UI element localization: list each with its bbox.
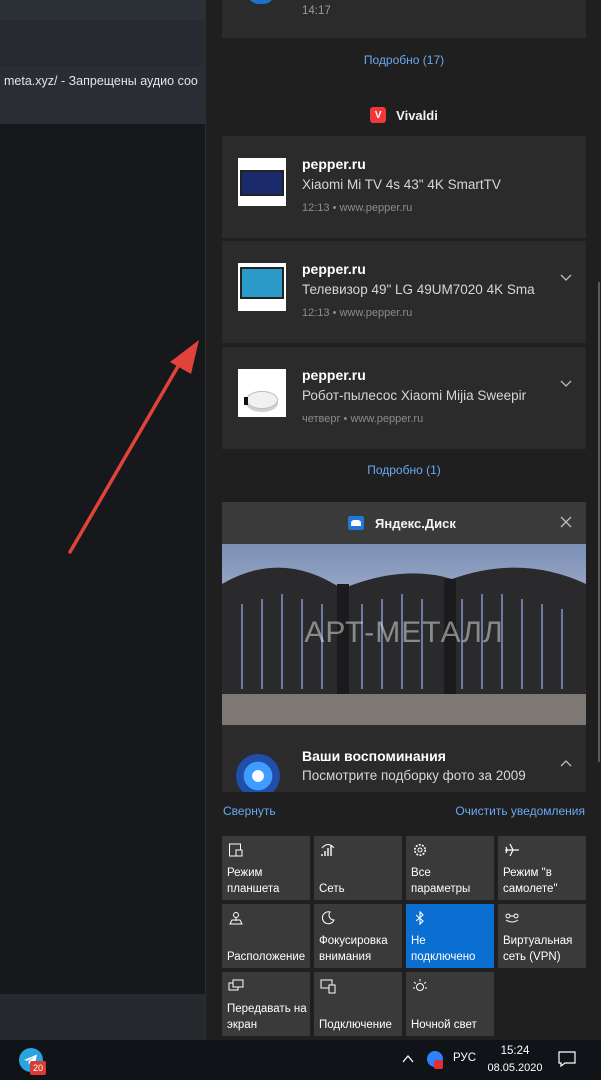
notification-meta: 12:13 • www.pepper.ru xyxy=(302,307,413,319)
tile-label: Фокусировка внимания xyxy=(319,935,388,963)
clear-notifications-link[interactable]: Очистить уведомления xyxy=(455,804,585,818)
night-light-tile[interactable]: Ночной свет xyxy=(406,972,494,1036)
bluetooth-icon xyxy=(415,910,424,926)
network-tile[interactable]: Сеть xyxy=(314,836,402,900)
yandex-disk-notification[interactable]: Яндекс.Диск АРТ-МЕТАЛЛ Ваши воспоминания… xyxy=(222,502,586,792)
tablet-mode-icon xyxy=(229,843,243,857)
telegram-badge: 20 xyxy=(30,1061,47,1075)
action-center-footer: Свернуть Очистить уведомления xyxy=(206,800,601,824)
location-icon xyxy=(229,912,243,925)
notification-title: pepper.ru xyxy=(302,367,366,383)
notification-card[interactable]: pepper.ru Телевизор 49" LG 49UM7020 4K S… xyxy=(222,241,586,343)
chevron-down-icon[interactable] xyxy=(560,377,572,389)
tablet-mode-tile[interactable]: Режим планшета xyxy=(222,836,310,900)
project-icon xyxy=(228,979,244,991)
clock-time[interactable]: 15:24 xyxy=(488,1045,542,1057)
vivaldi-icon: V xyxy=(370,107,387,123)
taskbar: 20 РУС 15:24 08.05.2020 xyxy=(0,1040,601,1080)
tile-label: Не подключено xyxy=(411,935,476,963)
tile-label: Все параметры xyxy=(411,867,471,895)
tile-label: Ночной свет xyxy=(411,1019,477,1031)
notification-card-top[interactable]: 14:17 xyxy=(222,0,586,38)
tile-label: Сеть xyxy=(319,883,345,895)
airplane-mode-tile[interactable]: Режим "в самолете" xyxy=(498,836,586,900)
tray-app-badge-icon xyxy=(434,1060,443,1069)
notification-meta: 12:13 • www.pepper.ru xyxy=(302,202,413,214)
more-notifications-link[interactable]: Подробно (17) xyxy=(206,53,601,67)
scrollbar[interactable] xyxy=(598,282,600,762)
yandex-disk-title: Яндекс.Диск xyxy=(375,516,456,531)
collapse-link[interactable]: Свернуть xyxy=(223,804,276,818)
action-center: 14:17 Подробно (17) V Vivaldi pepper.ru … xyxy=(205,0,601,1040)
airplane-icon xyxy=(505,843,519,857)
action-center-icon[interactable] xyxy=(558,1051,576,1067)
focus-assist-icon xyxy=(321,911,335,925)
notification-meta: четверг • www.pepper.ru xyxy=(302,413,424,425)
vpn-tile[interactable]: Виртуальная сеть (VPN) xyxy=(498,904,586,968)
notifications-list[interactable]: 14:17 Подробно (17) V Vivaldi pepper.ru … xyxy=(206,0,601,792)
notification-time: 14:17 xyxy=(302,5,331,17)
project-tile[interactable]: Передавать на экран xyxy=(222,972,310,1036)
language-indicator[interactable]: РУС xyxy=(453,1052,476,1064)
all-settings-tile[interactable]: Все параметры xyxy=(406,836,494,900)
memories-title: Ваши воспоминания xyxy=(302,748,446,764)
tile-label: Режим планшета xyxy=(227,867,280,895)
group-title: Vivaldi xyxy=(396,107,438,123)
photo-watermark: АРТ-МЕТАЛЛ xyxy=(304,616,504,649)
notification-body: Xiaomi Mi TV 4s 43" 4K SmartTV xyxy=(302,177,501,192)
notification-thumbnail xyxy=(238,158,286,206)
memories-icon xyxy=(236,754,280,792)
tile-label: Расположение xyxy=(227,951,306,963)
notification-thumbnail xyxy=(238,263,286,311)
notification-body: Робот-пылесос Xiaomi Mijia Sweepir xyxy=(302,388,527,403)
close-icon[interactable] xyxy=(560,516,572,528)
chevron-up-icon[interactable] xyxy=(401,1052,415,1066)
screen: meta.xyz/ - Запрещены аудио соо 14:17 По… xyxy=(0,0,601,1080)
focus-assist-tile[interactable]: Фокусировка внимания xyxy=(314,904,402,968)
notification-body: Телевизор 49" LG 49UM7020 4K Sma xyxy=(302,282,535,297)
notification-title: pepper.ru xyxy=(302,261,366,277)
chevron-down-icon[interactable] xyxy=(560,271,572,283)
tile-label: Режим "в самолете" xyxy=(503,867,558,895)
more-notifications-link[interactable]: Подробно (1) xyxy=(206,463,601,477)
tile-label: Подключение xyxy=(319,1019,392,1031)
connect-icon xyxy=(320,979,336,994)
vpn-icon xyxy=(505,913,519,923)
location-tile[interactable]: Расположение xyxy=(222,904,310,968)
network-icon xyxy=(321,844,335,856)
night-light-icon xyxy=(413,979,427,991)
clock-date[interactable]: 08.05.2020 xyxy=(486,1062,544,1074)
notification-thumbnail xyxy=(238,369,286,417)
notification-card[interactable]: pepper.ru Xiaomi Mi TV 4s 43" 4K SmartTV… xyxy=(222,136,586,238)
settings-icon xyxy=(414,844,426,856)
tile-label: Передавать на экран xyxy=(227,1003,307,1031)
tile-label: Виртуальная сеть (VPN) xyxy=(503,935,573,963)
chevron-up-icon[interactable] xyxy=(560,758,572,770)
app-avatar-icon xyxy=(247,0,275,4)
yandex-disk-header: Яндекс.Диск xyxy=(222,502,586,544)
vivaldi-group-header: V Vivaldi xyxy=(206,104,601,126)
notification-card[interactable]: pepper.ru Робот-пылесос Xiaomi Mijia Swe… xyxy=(222,347,586,449)
gate-photo: АРТ-МЕТАЛЛ xyxy=(222,544,586,725)
memories-body: Посмотрите подборку фото за 2009 xyxy=(302,768,526,783)
notification-title: pepper.ru xyxy=(302,156,366,172)
bluetooth-tile[interactable]: Не подключено xyxy=(406,904,494,968)
connect-tile[interactable]: Подключение xyxy=(314,972,402,1036)
yandex-disk-icon xyxy=(348,516,364,530)
